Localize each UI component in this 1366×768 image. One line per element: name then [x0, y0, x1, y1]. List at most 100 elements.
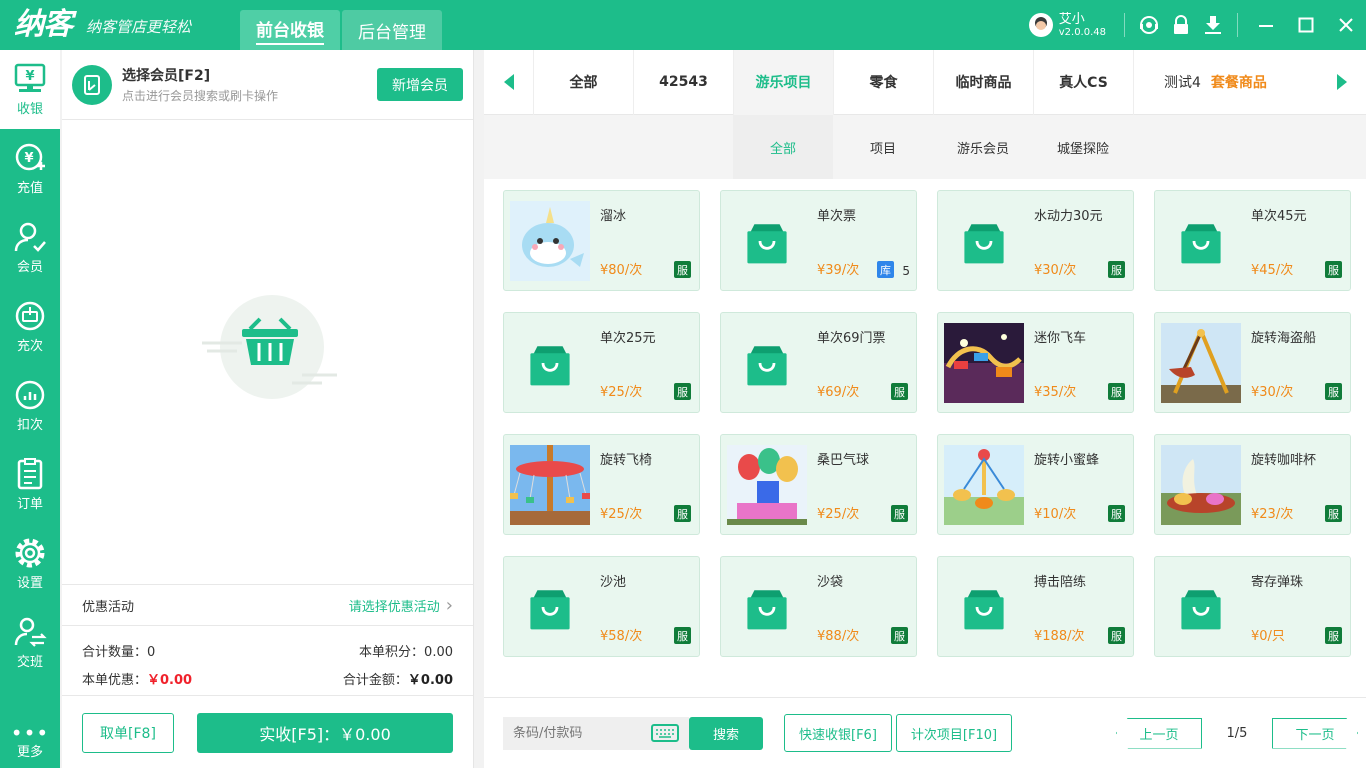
download-icon[interactable]	[1197, 9, 1229, 41]
product-image	[944, 445, 1024, 525]
nav-more[interactable]: ••• 更多	[0, 721, 60, 760]
product-price: ¥39/次	[817, 263, 860, 278]
subcategory-castle[interactable]: 城堡探险	[1033, 115, 1133, 179]
product-image	[510, 445, 590, 525]
service-badge: 服	[891, 383, 908, 400]
subcategory-item[interactable]: 项目	[833, 115, 933, 179]
count-item-button[interactable]: 计次项目[F10]	[895, 714, 1013, 752]
brand-slogan: 纳客管店更轻松	[86, 18, 192, 36]
product-card[interactable]: 旋转飞椅 ¥25/次 服	[503, 434, 700, 535]
avatar	[1028, 13, 1053, 37]
shopping-bag-icon	[510, 567, 590, 647]
tab-front-cashier[interactable]: 前台收银	[240, 10, 340, 50]
lock-icon[interactable]	[1165, 9, 1197, 41]
product-card[interactable]: 沙池 ¥58/次 服	[503, 556, 700, 657]
pay-button[interactable]: 实收[F5]：￥0.00	[197, 712, 453, 753]
service-badge: 服	[891, 505, 908, 522]
product-card[interactable]: 寄存弹珠 ¥0/只 服	[1154, 556, 1351, 657]
product-price: ¥25/次	[817, 507, 860, 522]
service-badge: 服	[1325, 383, 1342, 400]
product-name: 旋转小蜜蜂	[1034, 453, 1100, 468]
nav-member[interactable]: 会员	[0, 208, 60, 287]
service-badge: 服	[1108, 383, 1125, 400]
brand: 纳客 纳客管店更轻松	[0, 0, 240, 50]
maximize-icon[interactable]	[1286, 0, 1326, 50]
service-badge: 服	[1108, 261, 1125, 278]
service-badge: 服	[1325, 261, 1342, 278]
take-order-button[interactable]: 取单[F8]	[82, 712, 174, 753]
promotion-label: 优惠活动	[82, 599, 135, 615]
product-card[interactable]: 水动力30元 ¥30/次 服	[937, 190, 1134, 291]
category-test4[interactable]: 测试4 套餐商品	[1133, 49, 1267, 115]
promotion-row: 优惠活动 请选择优惠活动	[62, 584, 473, 626]
order-icon	[17, 457, 43, 489]
product-price: ¥0/只	[1251, 629, 1285, 644]
minimize-icon[interactable]	[1246, 0, 1286, 50]
product-card[interactable]: 搏击陪练 ¥188/次 服	[937, 556, 1134, 657]
search-button[interactable]: 搜索	[689, 716, 763, 750]
quick-pay-button[interactable]: 快速收银[F6]	[784, 714, 892, 752]
support-icon[interactable]	[1133, 9, 1165, 41]
product-card[interactable]: 旋转小蜜蜂 ¥10/次 服	[937, 434, 1134, 535]
product-card[interactable]: 旋转海盗船 ¥30/次 服	[1154, 312, 1351, 413]
service-badge: 服	[674, 627, 691, 644]
category-prev-arrow-icon[interactable]	[484, 50, 533, 115]
recharge-icon: ¥	[15, 143, 45, 170]
prev-page-button[interactable]: 上一页	[1116, 717, 1202, 749]
nav-order[interactable]: 订单	[0, 445, 60, 524]
product-price: ¥30/次	[1034, 263, 1077, 278]
subcategory-member[interactable]: 游乐会员	[933, 115, 1033, 179]
close-icon[interactable]	[1326, 0, 1366, 50]
nav-handover[interactable]: 交班	[0, 603, 60, 682]
order-points: 本单积分：0.00	[359, 644, 453, 660]
category-all[interactable]: 全部	[533, 49, 633, 115]
keyboard-icon[interactable]	[651, 724, 679, 742]
next-page-button[interactable]: 下一页	[1272, 718, 1358, 749]
shopping-bag-icon	[1161, 201, 1241, 281]
nav-recharge[interactable]: ¥ 充值	[0, 129, 60, 208]
stock-count: 5	[902, 264, 910, 278]
service-badge: 服	[1325, 505, 1342, 522]
shopping-bag-icon	[727, 201, 807, 281]
member-card-icon	[72, 64, 112, 105]
product-price: ¥10/次	[1034, 507, 1077, 522]
cashier-icon: ¥	[14, 63, 46, 92]
shopping-bag-icon	[727, 567, 807, 647]
category-snacks[interactable]: 零食	[833, 49, 933, 115]
shopping-bag-icon	[510, 323, 590, 403]
product-card[interactable]: 单次25元 ¥25/次 服	[503, 312, 700, 413]
category-amusement[interactable]: 游乐项目	[733, 49, 833, 115]
more-icon: •••	[10, 721, 50, 745]
category-next-arrow-icon[interactable]	[1317, 50, 1366, 115]
shopping-bag-icon	[727, 323, 807, 403]
app-version: v2.0.0.48	[1058, 26, 1106, 38]
subcategory-all[interactable]: 全部	[733, 115, 833, 179]
product-price: ¥69/次	[817, 385, 860, 400]
category-42543[interactable]: 42543	[633, 49, 733, 115]
user-info[interactable]: 艾小 v2.0.0.48	[1028, 12, 1106, 39]
shopping-bag-icon	[1161, 567, 1241, 647]
tab-back-office[interactable]: 后台管理	[342, 10, 442, 50]
product-card[interactable]: 桑巴气球 ¥25/次 服	[720, 434, 917, 535]
nav-settings[interactable]: 设置	[0, 524, 60, 603]
select-promotion-link[interactable]: 请选择优惠活动	[349, 595, 453, 616]
nav-deduct-times[interactable]: 扣次	[0, 366, 60, 445]
product-price: ¥30/次	[1251, 385, 1294, 400]
order-discount: 本单优惠：￥0.00	[82, 672, 193, 688]
cart-panel: 选择会员[F2] 点击进行会员搜索或刷卡操作 新增会员 优惠活动 请选择优惠活动…	[62, 50, 474, 768]
category-temp-goods[interactable]: 临时商品	[933, 49, 1033, 115]
nav-charge-times[interactable]: 充次	[0, 287, 60, 366]
product-card[interactable]: 单次45元 ¥45/次 服	[1154, 190, 1351, 291]
product-card[interactable]: 迷你飞车 ¥35/次 服	[937, 312, 1134, 413]
category-bar: 全部 42543 游乐项目 零食 临时商品 真人CS 测试4 套餐商品	[484, 49, 1366, 115]
product-card[interactable]: 溜冰 ¥80/次 服	[503, 190, 700, 291]
product-card[interactable]: 旋转咖啡杯 ¥23/次 服	[1154, 434, 1351, 535]
product-card[interactable]: 单次票 ¥39/次 库 5	[720, 190, 917, 291]
member-select[interactable]: 选择会员[F2] 点击进行会员搜索或刷卡操作 新增会员	[62, 50, 473, 120]
category-cs[interactable]: 真人CS	[1033, 49, 1133, 115]
nav-cashier[interactable]: ¥ 收银	[0, 50, 60, 129]
product-card[interactable]: 单次69门票 ¥69/次 服	[720, 312, 917, 413]
category-package[interactable]: 套餐商品	[1211, 72, 1267, 92]
product-card[interactable]: 沙袋 ¥88/次 服	[720, 556, 917, 657]
add-member-button[interactable]: 新增会员	[377, 68, 463, 101]
